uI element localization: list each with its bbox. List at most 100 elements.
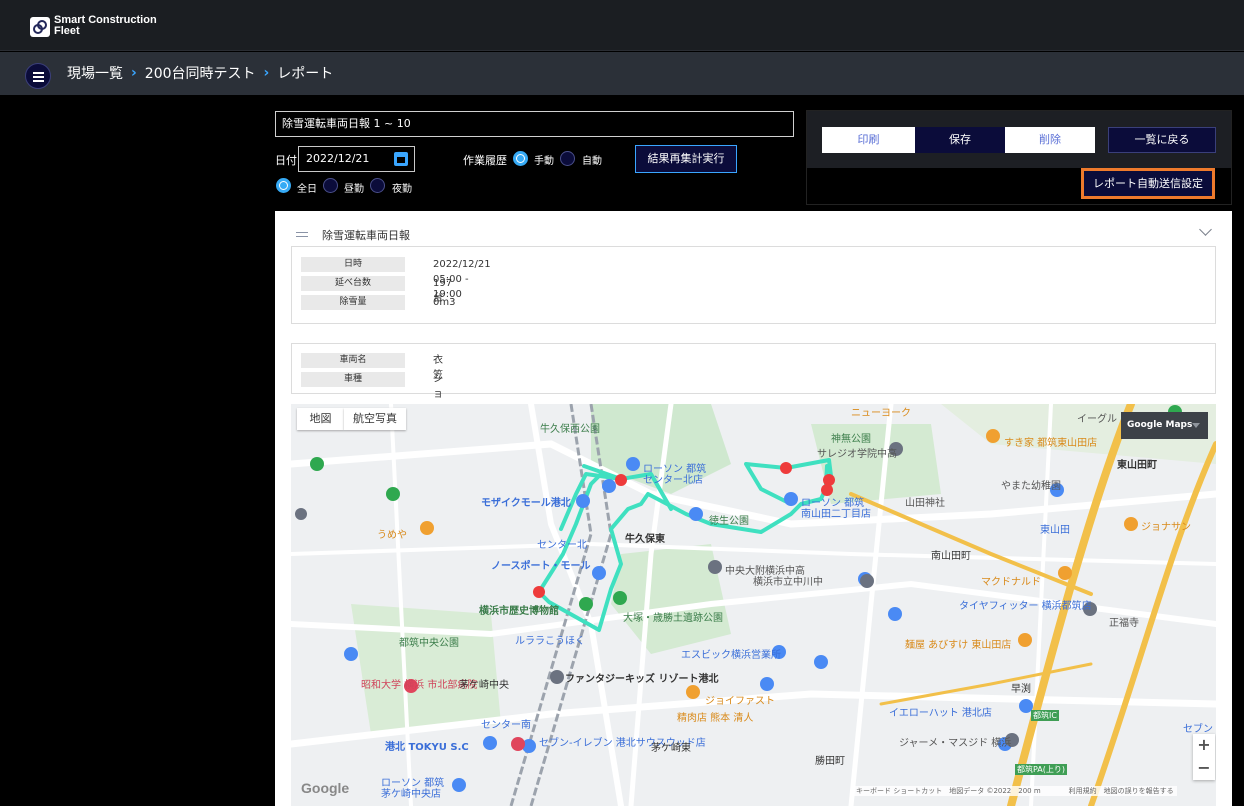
map-label: 牛久保東 bbox=[625, 534, 665, 545]
map-label: ルララこうほく bbox=[515, 636, 585, 647]
map-label: すき家 都筑東山田店 bbox=[1004, 438, 1098, 449]
map-label: ジョイファスト bbox=[705, 696, 775, 707]
map-label: 港北 TOKYU S.C bbox=[385, 742, 469, 753]
route-map[interactable]: 牛久保西公園 神無公園 ローソン 都筑 センター北店 モザイクモール港北 サレジ… bbox=[291, 404, 1216, 806]
vehicle-key: 車種 bbox=[301, 372, 405, 387]
map-label: 都筑IC bbox=[1031, 710, 1059, 721]
history-manual-label: 手動 bbox=[534, 156, 554, 167]
map-label: イーグル bbox=[1077, 414, 1117, 425]
report-card: 除雪運転車両日報 日時 2022/12/21 05:00 - 19:00 延べ台… bbox=[275, 211, 1232, 806]
vehicle-key: 車両名 bbox=[301, 353, 405, 368]
summary-value: 0m3 bbox=[433, 297, 456, 308]
map-label: 南山田二丁目店 bbox=[801, 509, 871, 520]
map-label: ノースポート・モール bbox=[491, 561, 591, 572]
history-auto-radio[interactable] bbox=[560, 151, 575, 166]
calendar-icon[interactable] bbox=[394, 152, 408, 166]
map-label: 茅ケ崎中央店 bbox=[381, 789, 441, 800]
map-label: 麺屋 あびすけ 東山田店 bbox=[905, 640, 1012, 651]
map-label: セブン bbox=[1183, 724, 1213, 735]
report-title-input[interactable]: 除雪運転車両日報 1 ~ 10 bbox=[275, 111, 794, 137]
map-label: 東山田 bbox=[1040, 525, 1070, 536]
google-maps-badge[interactable]: Google Maps bbox=[1121, 412, 1208, 439]
chevron-right-icon: › bbox=[263, 65, 270, 81]
map-label: 精肉店 熊本 清人 bbox=[677, 713, 754, 724]
breadcrumb-project[interactable]: 200台同時テスト bbox=[145, 63, 256, 83]
recalc-button[interactable]: 結果再集計実行 bbox=[635, 145, 737, 173]
map-label: 都筑PA(上り) bbox=[1015, 764, 1068, 775]
summary-key: 延べ台数 bbox=[301, 276, 405, 291]
map-label: エスビック横浜営業所 bbox=[681, 650, 781, 661]
app-logo-text: Smart Construction Fleet bbox=[54, 15, 157, 37]
map-label: センター北 bbox=[537, 540, 587, 551]
app-logo-icon bbox=[30, 17, 50, 37]
map-label: 神無公園 bbox=[831, 434, 871, 445]
date-value: 2022/12/21 bbox=[306, 152, 370, 165]
google-logo: Google bbox=[301, 780, 350, 796]
period-all-label: 全日 bbox=[297, 184, 317, 195]
map-label: うめや bbox=[377, 530, 407, 541]
map-label: 茅ケ崎東 bbox=[651, 743, 691, 754]
zoom-in-button[interactable]: + bbox=[1193, 734, 1215, 757]
map-attribution[interactable]: キーボード ショートカット 地図データ ©2022 200 m 利用規約 地図の… bbox=[853, 786, 1177, 796]
history-manual-radio[interactable] bbox=[513, 151, 528, 166]
vehicle-box: 車両名 衣笠 車種 ショベル bbox=[291, 343, 1216, 430]
map-label: ジャーメ・マスジド 横浜 bbox=[899, 738, 1012, 749]
map-label: 横浜市歴史博物館 bbox=[479, 606, 559, 617]
back-to-list-button[interactable]: 一覧に戻る bbox=[1108, 127, 1216, 153]
period-night-radio[interactable] bbox=[370, 178, 385, 193]
map-label: センター北店 bbox=[643, 475, 703, 486]
map-label: 大塚・歳勝土遺跡公園 bbox=[623, 613, 723, 624]
breadcrumb-bar: 現場一覧 › 200台同時テスト › レポート bbox=[0, 52, 1244, 95]
map-label: 茅ケ崎中央 bbox=[459, 680, 509, 691]
map-label: 南山田町 bbox=[931, 551, 971, 562]
app-header: Smart Construction Fleet bbox=[0, 0, 1244, 51]
breadcrumb-sites[interactable]: 現場一覧 bbox=[67, 63, 123, 83]
logo-line2: Fleet bbox=[54, 25, 80, 37]
period-all-radio[interactable] bbox=[276, 178, 291, 193]
menu-button[interactable] bbox=[25, 63, 51, 89]
map-label: センター南 bbox=[481, 720, 531, 731]
zoom-out-button[interactable]: − bbox=[1193, 757, 1215, 780]
map-label: イエローハット 港北店 bbox=[889, 708, 992, 719]
save-button[interactable]: 保存 bbox=[915, 127, 1005, 153]
map-label: 勝田町 bbox=[815, 756, 845, 767]
chevron-right-icon: › bbox=[131, 65, 137, 81]
map-label: 山田神社 bbox=[905, 498, 945, 509]
map-label: 牛久保西公園 bbox=[540, 424, 600, 435]
summary-key: 日時 bbox=[301, 257, 405, 272]
period-day-radio[interactable] bbox=[323, 178, 338, 193]
map-tab-satellite[interactable]: 航空写真 bbox=[344, 408, 406, 430]
delete-button[interactable]: 削除 bbox=[1005, 127, 1095, 153]
period-night-label: 夜勤 bbox=[392, 184, 412, 195]
map-label: 都筑中央公園 bbox=[399, 638, 459, 649]
report-auto-send-button[interactable]: レポート自動送信設定 bbox=[1081, 168, 1215, 199]
breadcrumb-report: レポート bbox=[277, 66, 334, 82]
history-label: 作業履歴 bbox=[463, 154, 507, 167]
map-label: ジョナサン bbox=[1141, 522, 1191, 533]
map-label: マクドナルド bbox=[981, 577, 1041, 588]
map-label: 横浜市立中川中 bbox=[753, 577, 823, 588]
breadcrumb: 現場一覧 › 200台同時テスト › レポート bbox=[67, 63, 333, 83]
period-day-label: 昼勤 bbox=[344, 184, 364, 195]
date-label: 日付 bbox=[275, 154, 297, 167]
date-field[interactable]: 2022/12/21 bbox=[298, 146, 415, 172]
drag-handle-icon[interactable] bbox=[292, 229, 312, 241]
map-label: ニューヨーク bbox=[851, 408, 911, 419]
report-card-title: 除雪運転車両日報 bbox=[322, 229, 410, 242]
print-button[interactable]: 印刷 bbox=[822, 127, 915, 153]
map-label: モザイクモール港北 bbox=[481, 498, 571, 509]
summary-box: 日時 2022/12/21 05:00 - 19:00 延べ台数 197台 除雪… bbox=[291, 246, 1216, 324]
map-label: サレジオ学院中高 bbox=[817, 449, 897, 460]
map-label: 早渕 bbox=[1011, 684, 1031, 695]
map-zoom-control: + − bbox=[1193, 734, 1215, 780]
map-label: ファンタジーキッズ リゾート港北 bbox=[565, 674, 719, 685]
chevron-down-icon[interactable] bbox=[1199, 223, 1212, 236]
summary-key: 除雪量 bbox=[301, 295, 405, 310]
map-label: 徳生公園 bbox=[709, 516, 749, 527]
map-label: やまた幼稚園 bbox=[1001, 481, 1061, 492]
history-auto-label: 自動 bbox=[582, 156, 602, 167]
map-label: タイヤフィッター 横浜都筑店 bbox=[959, 601, 1092, 612]
map-tab-map[interactable]: 地図 bbox=[297, 408, 344, 430]
map-label: 正福寺 bbox=[1109, 618, 1139, 629]
map-label: 東山田町 bbox=[1117, 460, 1157, 471]
